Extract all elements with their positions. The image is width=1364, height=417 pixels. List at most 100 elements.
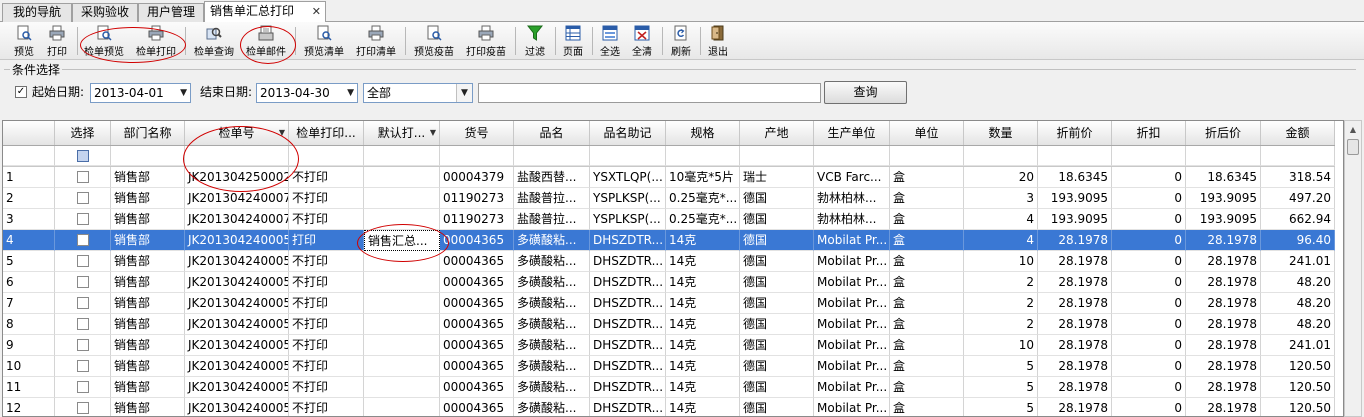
- filter-cell-department-name[interactable]: [111, 146, 185, 166]
- table-row[interactable]: 9 销售部 JK201304240005 不打印 00004365 多磺酸粘... DHSZ…: [3, 335, 1335, 356]
- table-row[interactable]: 2 销售部 JK201304240007 不打印 01190273 盐酸普拉... YSPL…: [3, 188, 1335, 209]
- keyword-input[interactable]: [478, 83, 821, 103]
- select-all-checkbox[interactable]: [76, 149, 89, 162]
- close-icon[interactable]: ✕: [312, 2, 321, 21]
- exit-button[interactable]: 退出: [703, 22, 733, 60]
- row-checkbox[interactable]: [76, 191, 89, 204]
- table-row[interactable]: 7 销售部 JK201304240005 不打印 00004365 多磺酸粘... DHSZ…: [3, 293, 1335, 314]
- cell-select[interactable]: [55, 356, 111, 377]
- tab-sales-summary-print[interactable]: 销售单汇总打印 ✕: [204, 1, 326, 23]
- print-list-button[interactable]: 打印清单: [352, 22, 400, 60]
- filter-cell-discount[interactable]: [1112, 146, 1186, 166]
- column-header-spec[interactable]: 规格: [666, 121, 740, 145]
- table-row[interactable]: 4 销售部 JK201304240005 打印 销售汇总... 00004365 多磺酸粘.…: [3, 230, 1335, 251]
- column-header-row-number[interactable]: [3, 121, 55, 145]
- cell-select[interactable]: [55, 293, 111, 314]
- end-date-picker[interactable]: 2013-04-30 ▼: [256, 83, 358, 103]
- print-button[interactable]: 打印: [42, 22, 72, 60]
- cell-default-print[interactable]: [364, 335, 440, 356]
- start-date-picker[interactable]: 2013-04-01 ▼: [90, 83, 191, 103]
- filter-cell-price-before-discount[interactable]: [1038, 146, 1112, 166]
- cell-select[interactable]: [55, 398, 111, 416]
- column-header-product-mnemonic[interactable]: 品名助记: [590, 121, 666, 145]
- column-header-amount[interactable]: 金额: [1261, 121, 1335, 145]
- cell-default-print[interactable]: [364, 314, 440, 335]
- row-checkbox[interactable]: [76, 296, 89, 309]
- check-print-button[interactable]: 检单打印: [132, 22, 180, 60]
- cell-default-print[interactable]: 销售汇总...: [364, 230, 440, 251]
- table-row[interactable]: 1 销售部 JK201304250002 不打印 00004379 盐酸西替... YSXT…: [3, 167, 1335, 188]
- column-header-quantity[interactable]: 数量: [964, 121, 1038, 145]
- filter-cell-product-name[interactable]: [514, 146, 590, 166]
- cell-select[interactable]: [55, 209, 111, 230]
- cell-select[interactable]: [55, 188, 111, 209]
- select-all-button[interactable]: 全选: [595, 22, 625, 60]
- check-mail-button[interactable]: 检单邮件: [242, 22, 290, 60]
- table-row[interactable]: 8 销售部 JK201304240005 不打印 00004365 多磺酸粘... DHSZ…: [3, 314, 1335, 335]
- scope-select[interactable]: 全部 ▼: [363, 83, 473, 103]
- vertical-scrollbar[interactable]: ▲: [1344, 120, 1362, 417]
- filter-cell-price-after-discount[interactable]: [1186, 146, 1261, 166]
- cell-select[interactable]: [55, 167, 111, 188]
- page-button[interactable]: 页面: [557, 22, 589, 60]
- sort-arrow-icon[interactable]: ▼: [430, 121, 436, 145]
- row-checkbox[interactable]: [76, 401, 89, 414]
- refresh-button[interactable]: 刷新: [666, 22, 696, 60]
- column-header-department-name[interactable]: 部门名称: [111, 121, 185, 145]
- column-header-product-name[interactable]: 品名: [514, 121, 590, 145]
- query-button[interactable]: 查询: [824, 81, 907, 104]
- filter-cell-amount[interactable]: [1261, 146, 1335, 166]
- filter-cell-unit[interactable]: [890, 146, 964, 166]
- cell-default-print[interactable]: [364, 293, 440, 314]
- cell-select[interactable]: [55, 272, 111, 293]
- sort-arrow-icon[interactable]: ▼: [279, 121, 285, 145]
- filter-cell-item-code[interactable]: [440, 146, 514, 166]
- cell-select[interactable]: [55, 230, 111, 251]
- filter-cell-default-print[interactable]: [364, 146, 440, 166]
- filter-cell-check-print[interactable]: [289, 146, 364, 166]
- print-vaccine-button[interactable]: 打印疫苗: [462, 22, 510, 60]
- column-header-discount[interactable]: 折扣: [1112, 121, 1186, 145]
- table-row[interactable]: 11 销售部 JK201304240005 不打印 00004365 多磺酸粘... DHS…: [3, 377, 1335, 398]
- table-row[interactable]: 6 销售部 JK201304240005 不打印 00004365 多磺酸粘... DHSZ…: [3, 272, 1335, 293]
- preview-button[interactable]: 预览: [9, 22, 39, 60]
- table-row[interactable]: 5 销售部 JK201304240005 不打印 00004365 多磺酸粘... DHSZ…: [3, 251, 1335, 272]
- column-header-price-after-discount[interactable]: 折后价: [1186, 121, 1261, 145]
- column-header-check-number[interactable]: 检单号 ▼: [185, 121, 289, 145]
- row-checkbox[interactable]: [76, 359, 89, 372]
- scroll-up-icon[interactable]: ▲: [1345, 121, 1361, 138]
- clear-all-button[interactable]: 全清: [627, 22, 657, 60]
- scrollbar-thumb[interactable]: [1347, 139, 1359, 155]
- table-row[interactable]: 3 销售部 JK201304240007 不打印 01190273 盐酸普拉... YSPL…: [3, 209, 1335, 230]
- check-query-button[interactable]: 检单查询: [190, 22, 238, 60]
- filter-cell-origin[interactable]: [740, 146, 814, 166]
- cell-default-print[interactable]: [364, 251, 440, 272]
- filter-cell-row-number[interactable]: [3, 146, 55, 166]
- check-preview-button[interactable]: 检单预览: [80, 22, 128, 60]
- cell-default-print[interactable]: [364, 188, 440, 209]
- filter-cell-select[interactable]: [55, 146, 111, 166]
- preview-vaccine-button[interactable]: 预览疫苗: [410, 22, 458, 60]
- filter-button[interactable]: 过滤: [519, 22, 551, 60]
- cell-select[interactable]: [55, 335, 111, 356]
- cell-select[interactable]: [55, 251, 111, 272]
- cell-default-print[interactable]: [364, 272, 440, 293]
- table-row[interactable]: 12 销售部 JK201304240005 不打印 00004365 多磺酸粘... DHS…: [3, 398, 1335, 416]
- cell-default-print[interactable]: [364, 167, 440, 188]
- tab-purchase-acceptance[interactable]: 采购验收: [72, 3, 138, 22]
- column-header-price-before-discount[interactable]: 折前价: [1038, 121, 1112, 145]
- tab-user-management[interactable]: 用户管理: [138, 3, 204, 22]
- row-checkbox[interactable]: [76, 380, 89, 393]
- column-header-default-print[interactable]: 默认打... ▼: [364, 121, 440, 145]
- cell-default-print[interactable]: [364, 398, 440, 416]
- chevron-down-icon[interactable]: ▼: [347, 84, 354, 102]
- chevron-down-icon[interactable]: ▼: [180, 84, 187, 102]
- column-header-origin[interactable]: 产地: [740, 121, 814, 145]
- filter-cell-product-mnemonic[interactable]: [590, 146, 666, 166]
- column-header-select[interactable]: 选择: [55, 121, 111, 145]
- row-checkbox[interactable]: [76, 233, 89, 246]
- table-row[interactable]: 10 销售部 JK201304240005 不打印 00004365 多磺酸粘... DHS…: [3, 356, 1335, 377]
- row-checkbox[interactable]: [76, 212, 89, 225]
- filter-cell-spec[interactable]: [666, 146, 740, 166]
- column-header-check-print[interactable]: 检单打印...: [289, 121, 364, 145]
